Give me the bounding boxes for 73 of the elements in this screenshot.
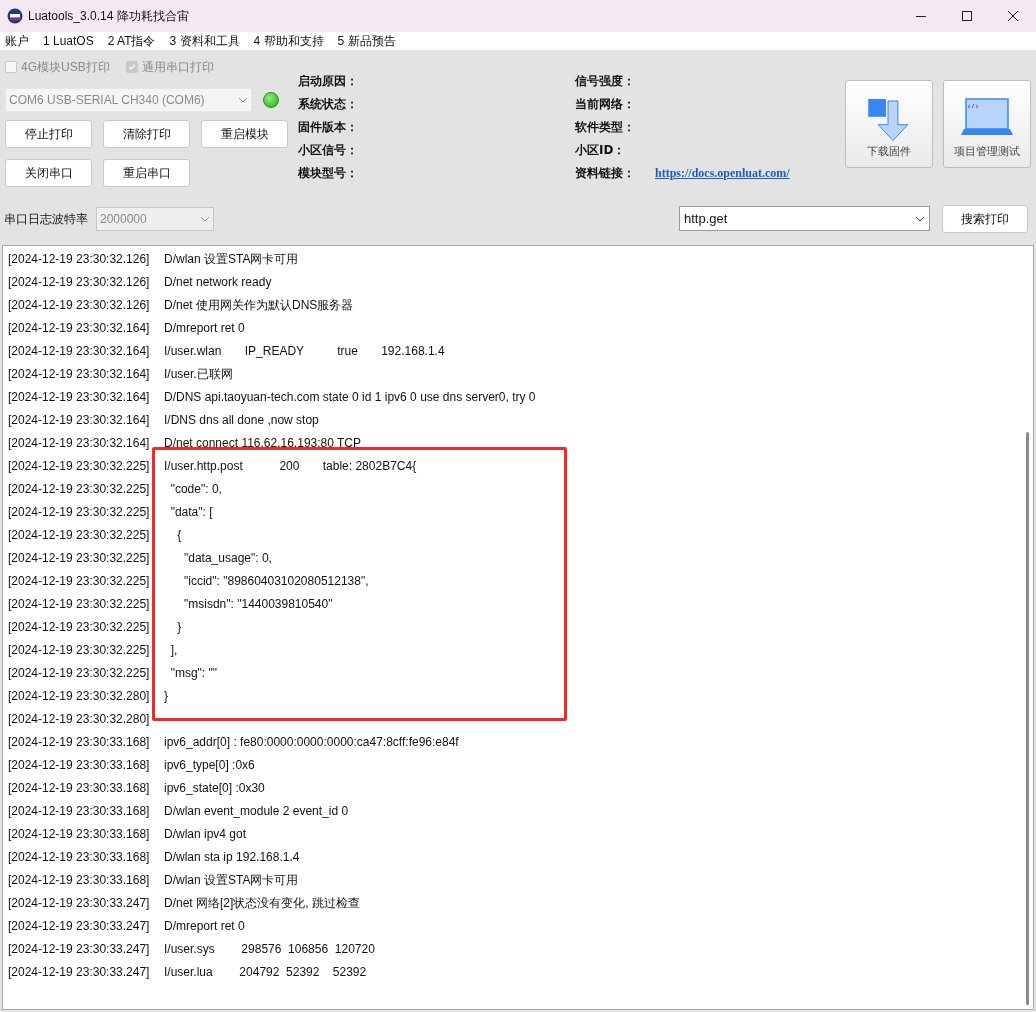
log-line: [2024-12-19 23:30:32.164] I/user.已联网 (8, 365, 233, 383)
app-logo-icon (7, 8, 23, 24)
log-line: [2024-12-19 23:30:32.225] "data": [ (8, 503, 213, 521)
log-line: [2024-12-19 23:30:32.225] "iccid": "89860403102080512138", (8, 572, 369, 590)
log-line: [2024-12-19 23:30:33.247] I/user.lua 204792 52392 52392 (8, 963, 367, 981)
menu-item[interactable]: 5 新品预告 (337, 32, 396, 50)
log-line: [2024-12-19 23:30:32.225] ], (8, 641, 178, 659)
log-line: [2024-12-19 23:30:32.164] D/net connect 116.62.16.193:80 TCP (8, 434, 362, 452)
chevron-down-icon (238, 97, 248, 103)
menu-item[interactable]: 1 LuatOS (43, 32, 94, 50)
chevron-down-icon (200, 215, 210, 222)
log-line: [2024-12-19 23:30:32.126] D/wlan 设置STA网卡可用 (8, 250, 299, 268)
action-button[interactable]: 关闭串口 (5, 159, 92, 187)
docs-link[interactable]: https://docs.openluat.com/ (655, 164, 790, 187)
chevron-down-icon (915, 215, 925, 222)
log-line: [2024-12-19 23:30:33.247] D/net 网络[2]状态没有变化, 跳过检查 (8, 894, 361, 912)
log-line: [2024-12-19 23:30:33.168] ipv6_state[0] :0x30 (8, 779, 265, 797)
log-line: [2024-12-19 23:30:32.164] D/mreport ret 0 (8, 319, 245, 337)
log-line: [2024-12-19 23:30:33.168] D/wlan 设置STA网卡可用 (8, 871, 299, 889)
menu-item[interactable]: 3 资料和工具 (169, 32, 240, 50)
log-line: [2024-12-19 23:30:32.280] } (8, 687, 168, 705)
info-label: 模块型号： (298, 165, 359, 182)
log-line: [2024-12-19 23:30:33.247] D/mreport ret 0 (8, 917, 245, 935)
checkbox-label: 4G模块USB打印 (21, 59, 110, 76)
info-label: 小区ID： (575, 142, 626, 159)
log-line: [2024-12-19 23:30:32.225] "code": 0, (8, 480, 222, 498)
log-line: [2024-12-19 23:30:32.225] } (8, 618, 182, 636)
log-line: [2024-12-19 23:30:32.225] { (8, 526, 182, 544)
log-line: [2024-12-19 23:30:33.247] I/user.sys 298576 106856 120720 (8, 940, 375, 958)
scrollbar-thumb[interactable] (1025, 432, 1029, 1005)
baud-label: 串口日志波特率 (4, 210, 88, 228)
checkmark-icon (127, 64, 136, 70)
info-label: 系统状态： (298, 96, 359, 113)
info-label: 软件类型： (575, 119, 635, 136)
log-line: [2024-12-19 23:30:33.168] D/wlan sta ip 192.168.1.4 (8, 848, 300, 866)
log-line: [2024-12-19 23:30:32.225] "msg": "" (8, 664, 218, 682)
menu-item[interactable]: 账户 (5, 32, 29, 50)
download-arrow-icon (866, 97, 912, 143)
log-line: [2024-12-19 23:30:32.164] D/DNS api.taoyuan-tech.com state 0 id 1 ipv6 0 use dns server0, try 0 (8, 388, 536, 406)
checkbox-label: 通用串口打印 (141, 59, 214, 76)
log-line: [2024-12-19 23:30:32.126] D/net network ready (8, 273, 272, 291)
search-dropdown[interactable]: http.get (679, 206, 930, 231)
window-title: Luatools_3.0.14 降功耗找合宙 (28, 8, 189, 25)
log-line: [2024-12-19 23:30:33.168] ipv6_addr[0] : fe80:0000:0000:0000:ca47:8cff:fe96:e84f (8, 733, 459, 751)
search-button[interactable]: 搜索打印 (942, 204, 1028, 233)
log-line: [2024-12-19 23:30:32.280] (8, 710, 151, 728)
menu-item[interactable]: 2 AT指令 (107, 32, 156, 50)
close-icon (1008, 11, 1018, 21)
tool-button[interactable]: 下载固件 (845, 80, 933, 168)
log-line: [2024-12-19 23:30:33.168] D/wlan ipv4 got (8, 825, 247, 843)
info-label: 信号强度： (575, 73, 635, 90)
action-button[interactable]: 重启串口 (103, 159, 190, 187)
log-line: [2024-12-19 23:30:32.164] I/user.wlan IP_READY true 192.168.1.4 (8, 342, 445, 360)
log-line: [2024-12-19 23:30:32.225] "data_usage": 0, (8, 549, 272, 567)
menu-item[interactable]: 4 帮助和支持 (253, 32, 324, 50)
minimize-icon (916, 15, 926, 17)
laptop-icon (960, 97, 1014, 137)
info-label: 小区信号： (298, 142, 359, 159)
info-label: 固件版本： (298, 119, 359, 136)
log-line: [2024-12-19 23:30:32.225] I/user.http.post 200 table: 2802B7C4{ (8, 457, 417, 475)
info-label: 当前网络： (575, 96, 635, 113)
action-button[interactable]: 清除打印 (103, 120, 190, 148)
action-button[interactable]: 停止打印 (5, 120, 92, 148)
log-line: [2024-12-19 23:30:32.225] "msisdn": "1440039810540" (8, 595, 333, 613)
log-line: [2024-12-19 23:30:32.164] I/DNS dns all done ,now stop (8, 411, 319, 429)
maximize-icon (962, 11, 972, 21)
action-button[interactable]: 重启模块 (201, 120, 288, 148)
log-line: [2024-12-19 23:30:33.168] D/wlan event_module 2 event_id 0 (8, 802, 349, 820)
info-label: 启动原因： (298, 73, 359, 90)
tool-button[interactable]: 项目管理测试 (943, 80, 1031, 168)
info-label: 资料链接： (575, 165, 635, 182)
log-line: [2024-12-19 23:30:32.126] D/net 使用网关作为默认DNS服务器 (8, 296, 354, 314)
log-line: [2024-12-19 23:30:33.168] ipv6_type[0] :0x6 (8, 756, 255, 774)
